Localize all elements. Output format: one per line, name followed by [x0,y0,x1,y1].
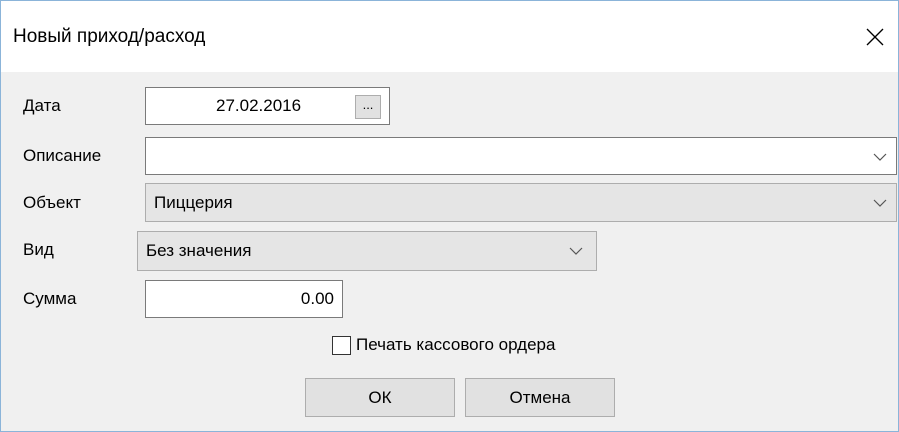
amount-input[interactable]: 0.00 [145,280,343,318]
object-label: Объект [23,193,81,212]
chevron-down-icon[interactable] [872,150,888,164]
description-combobox[interactable] [145,137,897,175]
kind-label: Вид [23,240,54,259]
window-title: Новый приход/расход [13,26,206,47]
print-order-label[interactable]: Печать кассового ордера [356,335,555,355]
print-order-option[interactable]: Печать кассового ордера [332,333,555,357]
cancel-button[interactable]: Отмена [465,378,615,417]
object-value: Пиццерия [154,193,233,212]
date-value: 27.02.2016 [216,96,302,115]
amount-value: 0.00 [300,289,334,308]
chevron-down-icon[interactable] [568,244,584,258]
chevron-down-icon[interactable] [872,196,888,210]
ok-button[interactable]: ОК [305,378,455,417]
close-icon [866,28,884,46]
dialog-window: Новый приход/расход Дата 27.02.2016 ... … [0,0,899,432]
date-field[interactable]: 27.02.2016 ... [145,87,390,125]
close-button[interactable] [853,15,897,59]
date-label: Дата [23,96,61,115]
title-bar: Новый приход/расход [1,1,898,72]
amount-label: Сумма [23,289,77,308]
kind-combobox[interactable]: Без значения [137,231,597,271]
description-label: Описание [23,146,102,165]
kind-value: Без значения [146,241,252,260]
print-order-checkbox[interactable] [332,335,351,355]
object-combobox[interactable]: Пиццерия [145,183,897,222]
date-picker-button[interactable]: ... [355,95,381,119]
